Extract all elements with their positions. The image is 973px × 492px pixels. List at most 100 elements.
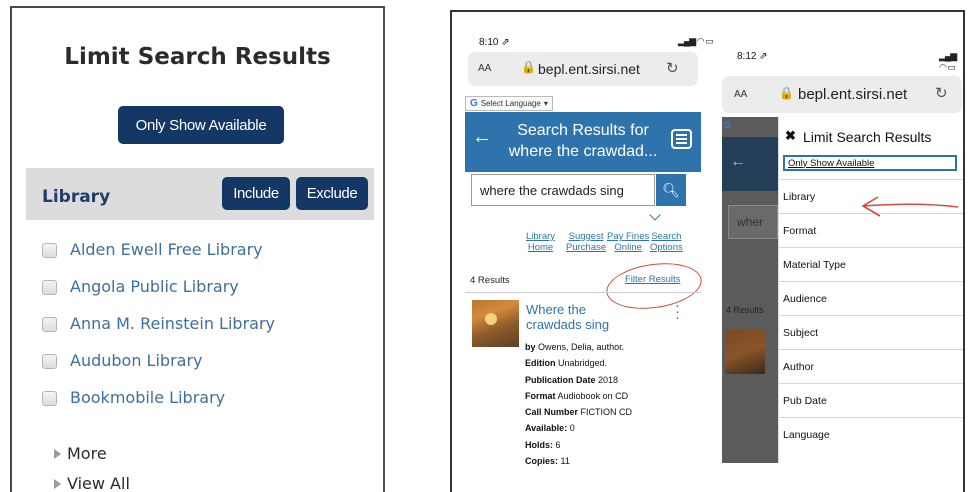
library-option-label[interactable]: Audubon Library <box>70 351 203 370</box>
search-button[interactable]: 🔍︎ <box>656 174 686 206</box>
nav-suggest-purchase[interactable]: Suggest Purchase <box>566 231 606 253</box>
nav-label[interactable]: Purchase <box>566 242 606 253</box>
library-option-label[interactable]: Alden Ewell Free Library <box>70 240 263 259</box>
url-text[interactable]: bepl.ent.sirsi.net <box>798 86 907 103</box>
detail-label: Format <box>525 390 556 401</box>
reload-icon[interactable]: ↻ <box>935 84 948 102</box>
nav-label[interactable]: Search <box>650 231 683 242</box>
library-option[interactable]: Audubon Library <box>42 351 275 388</box>
detail-value: 0 <box>569 423 575 434</box>
panel-title: Limit Search Results <box>64 44 331 70</box>
status-icons: ▂▄▆ ◠ ▭ <box>678 36 714 46</box>
nav-pay-fines[interactable]: Pay Fines Online <box>607 231 649 253</box>
nav-label[interactable]: Library <box>526 231 555 242</box>
dimmed-page-background[interactable]: G ← wher 4 Results <box>722 117 778 463</box>
detail-label: Holds: <box>525 439 553 450</box>
facet-subject[interactable]: Subject <box>779 315 963 349</box>
facet-author[interactable]: Author <box>779 349 963 383</box>
library-checkbox[interactable] <box>42 317 57 332</box>
facet-pub-date[interactable]: Pub Date <box>779 383 963 417</box>
language-selector-label[interactable]: Select Language <box>481 99 541 108</box>
more-label[interactable]: More <box>67 444 107 463</box>
book-title-link[interactable]: Where the crawdads sing <box>526 302 636 332</box>
library-option-label[interactable]: Anna M. Reinstein Library <box>70 314 275 333</box>
include-button[interactable]: Include <box>222 177 290 210</box>
mobile-screenshots-frame: 8:10 ⇗ ▂▄▆ ◠ ▭ AA 🔒 bepl.ent.sirsi.net ↻… <box>450 10 965 492</box>
dimmed-book-cover <box>725 330 765 374</box>
more-options-icon[interactable]: · · · <box>675 298 680 325</box>
text-size-button[interactable]: AA <box>734 89 747 100</box>
url-text[interactable]: bepl.ent.sirsi.net <box>538 61 640 77</box>
detail-row: Format Audiobook on CD <box>525 388 632 404</box>
only-show-available-button[interactable]: Only Show Available <box>118 106 284 144</box>
triangle-right-icon <box>54 478 61 489</box>
detail-row: Edition Unabridged. <box>525 355 632 371</box>
library-option[interactable]: Angola Public Library <box>42 277 275 314</box>
status-time: 8:10 ⇗ <box>479 37 510 48</box>
dropdown-caret-icon: ▾ <box>543 99 548 108</box>
close-icon[interactable]: ✖ <box>785 128 796 144</box>
language-selector[interactable]: G Select Language ▾ <box>465 96 553 111</box>
nav-label[interactable]: Options <box>650 242 683 253</box>
nav-label[interactable]: Suggest <box>566 231 606 242</box>
address-bar[interactable]: AA 🔒 bepl.ent.sirsi.net ↻ <box>468 52 698 86</box>
back-arrow-icon: ← <box>730 153 746 170</box>
nav-label[interactable]: Home <box>526 242 555 253</box>
library-checkbox[interactable] <box>42 391 57 406</box>
address-bar[interactable]: AA 🔒 bepl.ent.sirsi.net ↻ <box>722 76 962 113</box>
facet-language[interactable]: Language <box>779 417 963 451</box>
hamburger-menu-icon[interactable] <box>671 129 692 149</box>
view-all-label[interactable]: View All <box>67 474 130 492</box>
library-option-label[interactable]: Bookmobile Library <box>70 388 225 407</box>
library-option[interactable]: Bookmobile Library <box>42 388 275 425</box>
library-checkbox[interactable] <box>42 354 57 369</box>
cover-sun <box>485 313 497 325</box>
reload-icon[interactable]: ↻ <box>666 59 679 77</box>
detail-value: 11 <box>560 456 570 467</box>
google-translate-icon: G <box>470 98 478 109</box>
limit-search-drawer: ✖ Limit Search Results Only Show Availab… <box>778 117 963 463</box>
desktop-limit-panel: Limit Search Results Only Show Available… <box>10 6 385 492</box>
nav-label[interactable]: Pay Fines <box>607 231 649 242</box>
annotation-arrow <box>861 196 959 217</box>
results-header: ← Search Results for where the crawdad..… <box>465 112 701 172</box>
results-title-line2: where the crawdad... <box>508 143 658 160</box>
library-checkbox[interactable] <box>42 280 57 295</box>
google-translate-icon: G <box>724 120 732 130</box>
chevron-down-icon[interactable] <box>649 209 661 221</box>
facet-material-type[interactable]: Material Type <box>779 247 963 281</box>
triangle-right-icon <box>54 448 61 459</box>
detail-row: Publication Date 2018 <box>525 372 632 388</box>
detail-row: by Owens, Delia, author. <box>525 339 632 355</box>
nav-label[interactable]: Online <box>607 242 649 253</box>
search-input[interactable] <box>471 174 655 206</box>
library-option-label[interactable]: Angola Public Library <box>70 277 239 296</box>
detail-value: Owens, Delia, author. <box>538 342 625 352</box>
exclude-button[interactable]: Exclude <box>296 177 368 210</box>
library-option[interactable]: Alden Ewell Free Library <box>42 240 275 277</box>
detail-label: Copies: <box>525 456 559 467</box>
detail-row: Call Number FICTION CD <box>525 404 632 420</box>
nav-library-home[interactable]: Library Home <box>526 231 555 253</box>
lock-icon: 🔒 <box>521 60 536 74</box>
library-list: Alden Ewell Free Library Angola Public L… <box>42 240 275 425</box>
only-show-available-button[interactable]: Only Show Available <box>783 155 957 171</box>
drawer-title: Limit Search Results <box>803 129 932 145</box>
detail-label: by <box>525 342 536 352</box>
library-checkbox[interactable] <box>42 243 57 258</box>
facet-audience[interactable]: Audience <box>779 281 963 315</box>
more-link[interactable]: More <box>54 444 107 463</box>
text-size-button[interactable]: AA <box>478 63 491 74</box>
status-time: 8:12 ⇗ <box>737 51 768 62</box>
back-arrow-icon[interactable]: ← <box>472 126 492 149</box>
detail-value: FICTION CD <box>580 407 633 418</box>
view-all-link[interactable]: View All <box>54 474 130 492</box>
result-count: 4 Results <box>470 275 510 286</box>
divider <box>465 292 701 293</box>
book-details: by Owens, Delia, author. Edition Unabrid… <box>525 339 632 469</box>
library-option[interactable]: Anna M. Reinstein Library <box>42 314 275 351</box>
nav-search-options[interactable]: Search Options <box>650 231 683 253</box>
detail-row: Copies: 11 <box>525 453 632 469</box>
book-cover-image[interactable] <box>472 300 519 347</box>
status-icons: ▂▄▆ ◠ ▭ <box>939 51 957 72</box>
